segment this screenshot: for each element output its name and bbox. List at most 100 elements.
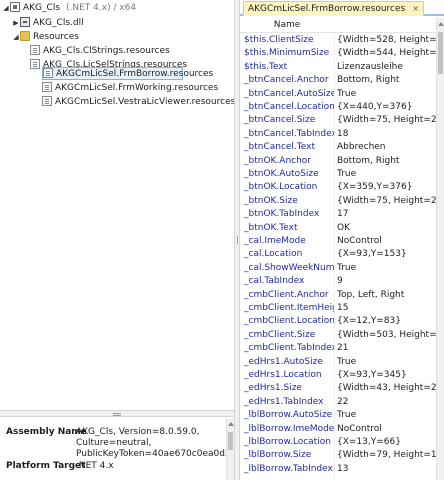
explorer-pane: ◢ AKG_Cls (.NET 4.x) / x64 ▶ AKG_Cls.dll ◢ R… [0, 0, 241, 480]
horizontal-splitter[interactable] [0, 410, 234, 417]
grid-row[interactable]: _lblBorrow.AutoSize True [240, 409, 436, 422]
grid-row[interactable]: _cal.ImeMode NoControl [240, 235, 436, 248]
grid-row[interactable]: _btnOK.Size {Width=75, Height=23} [240, 195, 436, 208]
grid-cell-name: _lblBorrow.AutoSize [244, 410, 333, 421]
grid-cell-name: _lblBorrow.TabIndex [244, 463, 333, 474]
info-scrollbar[interactable] [226, 418, 234, 480]
grid-row[interactable]: _btnCancel.AutoSize True [240, 88, 436, 101]
grid-row[interactable]: _lblBorrow.TabIndex 13 [240, 463, 436, 476]
grid-row[interactable]: $this.MinimumSize {Width=544, Height=449} [240, 47, 436, 60]
grid-cell-value: {Width=503, Height=21} [337, 329, 436, 340]
tree-node-resource[interactable]: AKGCmLicSel.FrmWorking.resources [42, 81, 219, 95]
grid-row[interactable]: _btnOK.AutoSize True [240, 168, 436, 181]
grid-row[interactable]: _btnOK.TabIndex 17 [240, 208, 436, 221]
grid-cell-value: 22 [337, 396, 349, 407]
platform-target-label: Platform Target [6, 461, 86, 471]
resource-file-icon [30, 44, 40, 55]
grid-cell-value: {X=93,Y=153} [337, 249, 407, 260]
grid-cell-name: _cmbClient.TabIndex [244, 343, 334, 354]
grid-cell-value: NoControl [337, 423, 382, 434]
grid-cell-value: {X=440,Y=376} [337, 102, 413, 112]
grid-cell-name: _edHrs1.Size [244, 383, 302, 394]
tab-frmborrow-resources[interactable]: AKGCmLicSel.FrmBorrow.resources × [243, 1, 424, 16]
assembly-info-panel: Assembly Name AKG_Cls, Version=8.0.59.0,… [0, 418, 241, 480]
grid-cell-value: Bottom, Right [337, 155, 400, 166]
grid-row[interactable]: _edHrs1.Location {X=93,Y=345} [240, 369, 436, 382]
grid-cell-value: Top, Left, Right [337, 289, 405, 300]
grid-cell-name: _cmbClient.Size [244, 329, 316, 340]
grid-row[interactable]: _cmbClient.TabIndex 21 [240, 342, 436, 355]
document-tabstrip: AKGCmLicSel.FrmBorrow.resources × [240, 0, 444, 16]
grid-cell-name: _btnCancel.Text [244, 142, 315, 153]
scroll-up-icon[interactable] [438, 22, 444, 26]
grid-cell-value: {X=13,Y=66} [337, 437, 401, 447]
tree-node-label: AKG_Cls [23, 3, 61, 13]
grid-row[interactable]: _edHrs1.AutoSize True [240, 356, 436, 369]
grid-row[interactable]: $this.Text Lizenzausleihe [240, 61, 436, 74]
grid-cell-name: _btnCancel.Location [244, 102, 334, 112]
grid-row[interactable]: _cal.TabIndex 9 [240, 275, 436, 288]
grid-row[interactable]: _cmbClient.Size {Width=503, Height=21} [240, 329, 436, 342]
grid-row[interactable]: _lblBorrow.Location {X=13,Y=66} [240, 436, 436, 449]
grid-cell-name: _btnOK.Location [244, 182, 318, 193]
scroll-thumb[interactable] [228, 432, 233, 450]
grid-row[interactable]: _edHrs1.TabIndex 22 [240, 396, 436, 409]
grid-row[interactable]: _btnCancel.Location {X=440,Y=376} [240, 101, 436, 114]
collapse-arrow-icon[interactable]: ◢ [12, 31, 20, 44]
tree-node-resource[interactable]: AKGCmLicSel.VestraLicViewer.resources [42, 95, 235, 109]
grid-row[interactable]: _cal.Location {X=93,Y=153} [240, 248, 436, 261]
grid-cell-name: $this.MinimumSize [244, 48, 330, 59]
grid-cell-name: _cal.ShowWeekNumbers [244, 262, 334, 273]
tree-node-label: AKG_Cls.ClStrings.resources [43, 46, 170, 56]
grid-row[interactable]: _btnCancel.Text Abbrechen [240, 141, 436, 154]
grid-cell-name: _cal.TabIndex [244, 276, 305, 287]
grid-row[interactable]: _cmbClient.Anchor Top, Left, Right [240, 289, 436, 302]
column-header-name[interactable]: Name [240, 18, 334, 33]
tree-node-label: AKG_Cls.dll [33, 18, 84, 28]
assembly-name-line: AKG_Cls, Version=8.0.59.0, [76, 427, 200, 437]
grid-row[interactable]: _edHrs1.Size {Width=43, Height=20} [240, 382, 436, 395]
grid-row[interactable]: _btnCancel.TabIndex 18 [240, 128, 436, 141]
tree-node-resource[interactable]: AKG_Cls.ClStrings.resources [30, 44, 170, 58]
collapse-arrow-icon[interactable]: ◢ [2, 2, 10, 15]
grid-scrollbar[interactable] [436, 18, 444, 480]
grid-row[interactable]: _btnOK.Text OK [240, 222, 436, 235]
grid-cell-name: $this.ClientSize [244, 35, 314, 45]
grid-cell-name: _edHrs1.AutoSize [244, 356, 323, 367]
grid-cell-name: _btnCancel.TabIndex [244, 128, 334, 139]
grid-cell-value: OK [337, 222, 350, 233]
grid-row[interactable]: _lblBorrow.ImeMode NoControl [240, 423, 436, 436]
tree-node-assembly[interactable]: ◢ AKG_Cls (.NET 4.x) / x64 [2, 1, 137, 15]
grid-cell-name: _cmbClient.ItemHeight [244, 303, 334, 313]
tree-node-resources-folder[interactable]: ◢ Resources [12, 30, 79, 44]
tree-node-framework: (.NET 4.x) / x64 [66, 3, 137, 13]
assembly-name-value: AKG_Cls, Version=8.0.59.0, Culture=neutr… [76, 427, 241, 460]
grid-cell-value: 21 [337, 343, 349, 354]
grid-cell-name: _btnOK.Text [244, 222, 298, 233]
grid-cell-value: True [337, 169, 357, 179]
grid-cell-name: _btnOK.AutoSize [244, 169, 319, 179]
grid-row[interactable]: _cmbClient.ItemHeight15 [240, 302, 436, 315]
grid-row[interactable]: _btnCancel.Size {Width=75, Height=23} [240, 114, 436, 127]
grid-row[interactable]: _cmbClient.Location {X=12,Y=83} [240, 315, 436, 328]
grid-cell-name: _cmbClient.Location [244, 316, 334, 327]
tree-node-resource-selected[interactable]: AKGCmLicSel.FrmBorrow.resources [42, 67, 213, 80]
splitter-grip-icon [237, 236, 238, 244]
expand-arrow-icon[interactable]: ▶ [12, 17, 20, 30]
grid-row[interactable]: $this.ClientSize {Width=528, Height=410} [240, 34, 436, 47]
assembly-name-line: Culture=neutral, [76, 438, 152, 448]
grid-row[interactable]: _btnOK.Location {X=359,Y=376} [240, 181, 436, 194]
grid-row[interactable]: _btnOK.Anchor Bottom, Right [240, 155, 436, 168]
scroll-thumb[interactable] [438, 32, 443, 74]
resource-file-icon [42, 95, 52, 106]
grid-cell-value: 18 [337, 128, 349, 139]
close-icon[interactable]: × [412, 2, 419, 15]
grid-row[interactable]: _cal.ShowWeekNumbersTrue [240, 262, 436, 275]
tree-node-dll[interactable]: ▶ AKG_Cls.dll [12, 16, 84, 30]
grid-cell-name: _btnOK.TabIndex [244, 209, 320, 220]
grid-row[interactable]: _btnCancel.Anchor Bottom, Right [240, 74, 436, 87]
tree-node-label: AKGCmLicSel.FrmWorking.resources [55, 83, 219, 93]
grid-cell-name: _cal.ImeMode [244, 236, 306, 246]
grid-row[interactable]: _lblBorrow.Size {Width=79, Height=13} [240, 449, 436, 462]
assembly-name-label: Assembly Name [6, 427, 87, 437]
